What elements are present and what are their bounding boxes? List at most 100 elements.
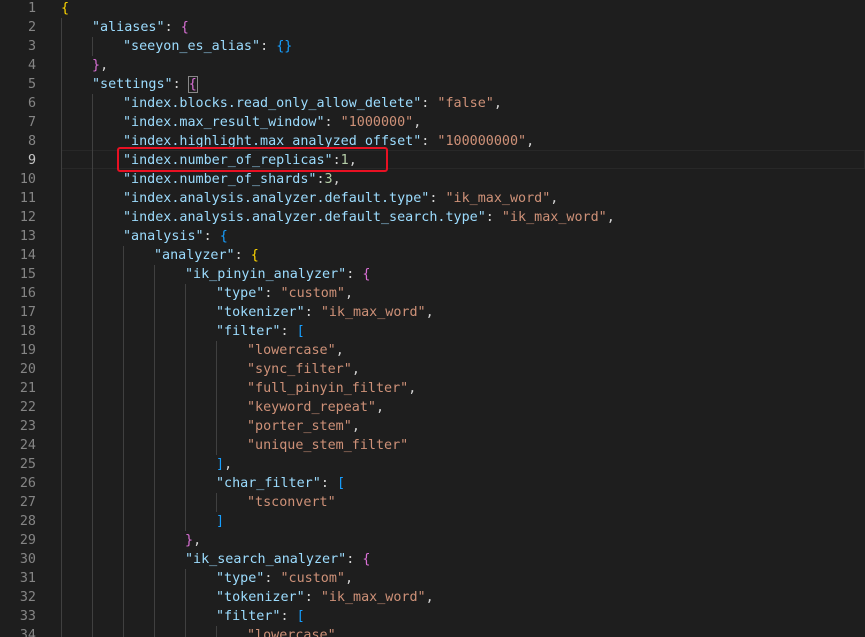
- code-line[interactable]: 23 "porter_stem",: [0, 417, 865, 436]
- code-text: },: [185, 531, 201, 550]
- code-text: "full_pinyin_filter",: [247, 379, 416, 398]
- code-text: "tokenizer": "ik_max_word",: [216, 303, 434, 322]
- code-line[interactable]: 22 "keyword_repeat",: [0, 398, 865, 417]
- code-token: :: [264, 571, 281, 586]
- code-token: "ik_max_word": [501, 210, 607, 225]
- code-token: "filter": [216, 324, 281, 339]
- code-token: :: [316, 172, 325, 187]
- code-line[interactable]: 5 "settings": {: [0, 75, 865, 94]
- code-token: {}: [276, 39, 293, 54]
- code-token: ,: [425, 590, 434, 605]
- code-token: ,: [351, 419, 360, 434]
- code-line[interactable]: 10 "index.number_of_shards":3,: [0, 170, 865, 189]
- code-text: "filter": [: [216, 322, 305, 341]
- code-token: :: [485, 210, 502, 225]
- code-token: "index.number_of_shards": [123, 172, 317, 187]
- code-line[interactable]: 17 "tokenizer": "ik_max_word",: [0, 303, 865, 322]
- line-number: 12: [19, 210, 36, 225]
- code-line[interactable]: 16 "type": "custom",: [0, 284, 865, 303]
- code-line[interactable]: 28]: [0, 512, 865, 531]
- code-text: "analysis": {: [123, 227, 228, 246]
- code-line[interactable]: 18 "filter": [: [0, 322, 865, 341]
- code-line[interactable]: 12 "index.analysis.analyzer.default_searc…: [0, 208, 865, 227]
- code-line[interactable]: 26 "char_filter": [: [0, 474, 865, 493]
- code-token: ,: [493, 96, 502, 111]
- line-number: 24: [19, 438, 36, 453]
- line-number: 34: [19, 628, 36, 637]
- code-line[interactable]: 1{: [0, 0, 865, 18]
- code-line[interactable]: 32 "tokenizer": "ik_max_word",: [0, 588, 865, 607]
- code-line[interactable]: 3 "seeyon_es_alias": {}: [0, 37, 865, 56]
- line-number: 27: [19, 495, 36, 510]
- code-line[interactable]: 14 "analyzer": {: [0, 246, 865, 265]
- code-token: "tsconvert": [247, 495, 336, 510]
- code-token: "custom": [280, 286, 346, 301]
- line-number: 26: [19, 476, 36, 491]
- code-line[interactable]: 2 "aliases": {: [0, 18, 865, 37]
- code-token: ,: [413, 115, 422, 130]
- code-token: "type": [216, 286, 265, 301]
- code-line[interactable]: 27 "tsconvert": [0, 493, 865, 512]
- code-text: },: [92, 56, 108, 75]
- code-line[interactable]: 6 "index.blocks.read_only_allow_delete": …: [0, 94, 865, 113]
- code-token: {: [180, 20, 189, 35]
- code-line[interactable]: 24 "unique_stem_filter": [0, 436, 865, 455]
- code-editor[interactable]: 1{ 2 "aliases": {3 "seeyon_es_alias": {} 4},…: [0, 0, 865, 637]
- code-line[interactable]: 21 "full_pinyin_filter",: [0, 379, 865, 398]
- code-text: {: [61, 0, 69, 18]
- line-number: 2: [27, 20, 36, 35]
- code-token: "index.analysis.analyzer.default.type": [123, 191, 430, 206]
- code-token: "lowercase": [247, 343, 336, 358]
- line-number: 31: [19, 571, 36, 586]
- code-line[interactable]: 29},: [0, 531, 865, 550]
- code-line[interactable]: 13 "analysis": {: [0, 227, 865, 246]
- code-token: ]: [216, 514, 225, 529]
- code-text: "char_filter": [: [216, 474, 345, 493]
- code-token: :: [421, 96, 438, 111]
- code-token: {: [250, 248, 259, 263]
- code-token: "100000000": [437, 134, 527, 149]
- line-number: 22: [19, 400, 36, 415]
- code-line[interactable]: 19 "lowercase",: [0, 341, 865, 360]
- code-text: "tsconvert": [247, 493, 336, 512]
- code-text: "index.max_result_window": "1000000",: [123, 113, 421, 132]
- code-token: "tokenizer": [216, 590, 305, 605]
- code-token: ,: [425, 305, 434, 320]
- code-token: :: [346, 267, 363, 282]
- code-token: ,: [345, 571, 354, 586]
- code-token: "seeyon_es_alias": [123, 39, 261, 54]
- code-line[interactable]: 11 "index.analysis.analyzer.default.type"…: [0, 189, 865, 208]
- line-number: 5: [27, 77, 36, 92]
- code-token: "tokenizer": [216, 305, 305, 320]
- code-token: "unique_stem_filter": [247, 438, 409, 453]
- code-line[interactable]: 4},: [0, 56, 865, 75]
- code-text: "aliases": {: [92, 18, 189, 37]
- code-token: "ik_max_word": [320, 305, 426, 320]
- code-token: "keyword_repeat": [247, 400, 376, 415]
- code-text: "lowercase",: [247, 341, 344, 360]
- annotation-highlight-box: [117, 147, 388, 172]
- code-token: ,: [526, 134, 535, 149]
- code-text: "type": "custom",: [216, 284, 353, 303]
- code-token: "settings": [92, 77, 173, 92]
- code-token: :: [421, 134, 438, 149]
- code-token: [: [296, 609, 305, 624]
- code-token: "custom": [280, 571, 346, 586]
- line-number: 28: [19, 514, 36, 529]
- code-text: ],: [216, 455, 232, 474]
- code-line[interactable]: 34 "lowercase",: [0, 626, 865, 637]
- code-token: :: [234, 248, 251, 263]
- code-token: "type": [216, 571, 265, 586]
- code-line[interactable]: 31 "type": "custom",: [0, 569, 865, 588]
- code-token: ,: [335, 343, 344, 358]
- code-token: ,: [550, 191, 559, 206]
- code-token: ,: [193, 533, 202, 548]
- code-line[interactable]: 30 "ik_search_analyzer": {: [0, 550, 865, 569]
- code-line[interactable]: 25],: [0, 455, 865, 474]
- code-token: ,: [100, 58, 109, 73]
- code-line[interactable]: 33 "filter": [: [0, 607, 865, 626]
- code-line[interactable]: 7 "index.max_result_window": "1000000",: [0, 113, 865, 132]
- code-line[interactable]: 20 "sync_filter",: [0, 360, 865, 379]
- line-number: 23: [19, 419, 36, 434]
- code-line[interactable]: 15 "ik_pinyin_analyzer": {: [0, 265, 865, 284]
